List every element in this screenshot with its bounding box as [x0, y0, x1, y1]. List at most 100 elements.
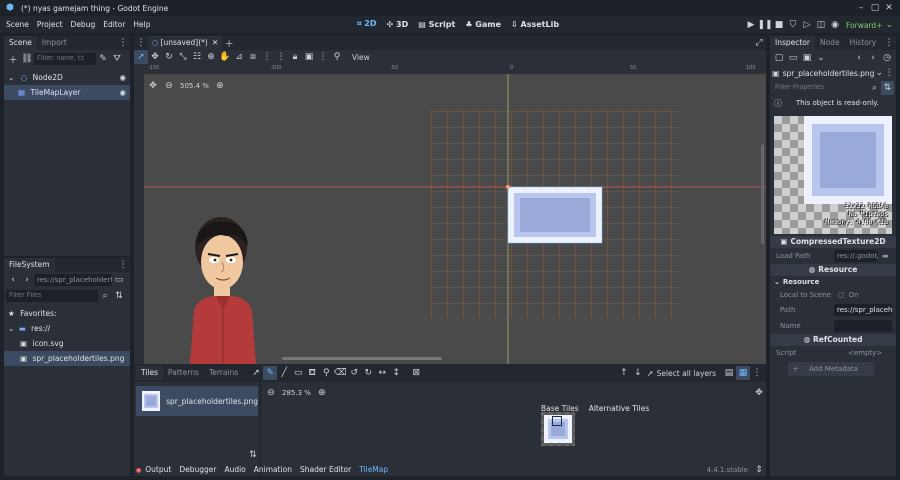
tab-import[interactable]: Import [37, 36, 72, 50]
checkbox-icon[interactable]: ▢ [838, 288, 845, 302]
forward-arrow-icon[interactable]: › [20, 273, 34, 287]
expand-arrow-icon[interactable]: ⌄ [8, 73, 14, 82]
renderer-select[interactable]: Forward+ [846, 21, 882, 30]
tab-history[interactable]: History [845, 36, 882, 50]
pause-icon[interactable]: ❚❚ [757, 18, 772, 32]
save-resource-icon[interactable]: ▣ [800, 51, 814, 65]
path-field[interactable]: res://spr_placeh [834, 304, 892, 316]
add-node-icon[interactable]: ＋ [6, 52, 20, 66]
list-select-icon[interactable]: ☷ [190, 50, 204, 64]
grid-snap-icon[interactable]: ⋮ [274, 50, 288, 64]
visibility-eye-icon[interactable]: ◉ [119, 70, 126, 85]
tab-debugger[interactable]: Debugger [175, 464, 220, 476]
file-icon-svg[interactable]: ▣ icon.svg [4, 336, 130, 351]
dock-menu-icon[interactable]: ⋮ [116, 258, 130, 272]
flip-v-icon[interactable]: ↕ [389, 366, 403, 380]
lock-icon[interactable]: 🔒︎ [288, 50, 302, 64]
bone-icon[interactable]: ⋮ [316, 50, 330, 64]
inspector-options-icon[interactable]: ⇅ [881, 81, 894, 95]
files-filter-input[interactable] [6, 290, 98, 302]
snap-icon[interactable]: ⧈ [246, 50, 260, 64]
play-icon[interactable]: ▶ [744, 18, 758, 32]
previous-layer-icon[interactable]: ↑ [617, 366, 631, 380]
canvas-viewport[interactable] [134, 64, 766, 364]
file-spr-placeholdertiles[interactable]: ▣ spr_placeholdertiles.png [4, 351, 130, 366]
resource-menu-icon[interactable]: ⌄ [814, 51, 828, 65]
scene-list-icon[interactable]: ⋮ [134, 36, 148, 50]
tab-tilemap[interactable]: TileMap [355, 464, 392, 476]
workspace-script-button[interactable]: ▤ Script [418, 20, 455, 29]
history-forward-icon[interactable]: › [866, 51, 880, 65]
movie-maker-icon[interactable]: ◉ [828, 18, 842, 32]
tile-bucket-tool-icon[interactable]: ⛾ [305, 366, 319, 380]
tile-line-tool-icon[interactable]: ╱ [277, 366, 291, 380]
name-field[interactable] [834, 320, 892, 332]
random-tile-icon[interactable]: ⊠ [409, 366, 423, 380]
tree-item-tilemaplayer[interactable]: ▦ TileMapLayer ◉ [4, 85, 130, 100]
split-view-icon[interactable]: ▭ [112, 273, 126, 287]
tab-terrains[interactable]: Terrains [204, 366, 243, 380]
property-filter-input[interactable] [772, 82, 868, 94]
back-arrow-icon[interactable]: ‹ [6, 273, 20, 287]
atlas-center-icon[interactable]: ✥ [752, 386, 766, 400]
skeleton-icon[interactable]: ⚲ [330, 50, 344, 64]
grid-toggle-icon[interactable]: ▦ [736, 366, 750, 380]
close-window-icon[interactable]: ✕ [882, 1, 896, 15]
filter-icon[interactable]: ⛛ [110, 52, 124, 66]
resource-section-toggle[interactable]: ⌄ Resource [770, 276, 896, 288]
tile-paint-tool-icon[interactable]: ✎ [263, 366, 278, 380]
tab-shader-editor[interactable]: Shader Editor [296, 464, 355, 476]
dock-menu-icon[interactable]: ⋮ [116, 36, 130, 50]
stop-icon[interactable]: ■ [772, 18, 786, 32]
tab-scene[interactable]: Scene [4, 36, 37, 50]
resource-header[interactable]: ◍ Resource [770, 264, 896, 276]
tab-tiles[interactable]: Tiles [136, 366, 164, 380]
dock-menu-icon[interactable]: ⋮ [882, 36, 896, 50]
workspace-assetlib-button[interactable]: ⇩ AssetLib [511, 20, 559, 29]
inspected-resource-name[interactable]: spr_placeholdertiles.png [783, 69, 875, 78]
remote-debug-icon[interactable]: ⛉ [786, 18, 800, 32]
folder-icon[interactable]: ▬ [882, 248, 889, 264]
tile-rect-tool-icon[interactable]: ▭ [291, 366, 305, 380]
tab-node[interactable]: Node [815, 36, 845, 50]
open-resource-icon[interactable]: ▭ [786, 51, 800, 65]
zoom-out-icon[interactable]: ⊖ [162, 79, 176, 93]
source-sort-icon[interactable]: ⇅ [246, 448, 260, 462]
select-tool-icon[interactable]: ➚ [134, 50, 148, 64]
smart-snap-icon[interactable]: ⋮ [260, 50, 274, 64]
select-all-layers-toggle[interactable]: ➚ Select all layers [647, 369, 716, 378]
ruler-tool-icon[interactable]: ⊿ [232, 50, 246, 64]
close-tab-icon[interactable]: ✕ [212, 36, 218, 50]
menu-editor[interactable]: Editor [99, 16, 129, 33]
zoom-out-icon[interactable]: ⊖ [264, 386, 278, 400]
maximize-icon[interactable]: ▢ [868, 1, 882, 15]
rotate-tool-icon[interactable]: ↻ [162, 50, 176, 64]
history-list-icon[interactable]: ◷ [880, 51, 894, 65]
history-back-icon[interactable]: ‹ [852, 51, 866, 65]
workspace-3d-button[interactable]: ✣ 3D [387, 20, 409, 29]
link-icon[interactable]: ⛓ [20, 52, 34, 66]
new-resource-icon[interactable]: ▢ [772, 51, 786, 65]
object-menu-icon[interactable]: ⋮ [884, 66, 894, 80]
view-menu[interactable]: View [352, 53, 370, 62]
highlight-layer-icon[interactable]: ▤ [722, 366, 736, 380]
script-value[interactable]: <empty> [848, 346, 882, 360]
menu-project[interactable]: Project [33, 16, 67, 33]
pivot-tool-icon[interactable]: ⊕ [204, 50, 218, 64]
tab-animation[interactable]: Animation [250, 464, 296, 476]
tab-filesystem[interactable]: FileSystem [4, 258, 55, 272]
path-field[interactable]: res://spr_placeholdertiles. [34, 274, 112, 286]
tab-audio[interactable]: Audio [220, 464, 249, 476]
new-tab-icon[interactable]: ＋ [222, 36, 236, 50]
tilemap-menu-icon[interactable]: ⋮ [750, 366, 764, 380]
expand-arrow-icon[interactable]: ⌄ [8, 324, 14, 333]
tab-alternative-tiles[interactable]: Alternative Tiles [584, 402, 655, 416]
tile-source-item[interactable]: spr_placeholdertiles.png [136, 386, 258, 416]
load-path-field[interactable]: res://.godot/ [834, 250, 878, 262]
move-tool-icon[interactable]: ✥ [148, 50, 162, 64]
rotate-right-icon[interactable]: ↻ [361, 366, 375, 380]
next-layer-icon[interactable]: ↓ [631, 366, 645, 380]
tree-item-node2d[interactable]: ⌄ ○ Node2D ◉ [4, 70, 130, 85]
zoom-in-icon[interactable]: ⊕ [315, 386, 329, 400]
menu-help[interactable]: Help [129, 16, 154, 33]
